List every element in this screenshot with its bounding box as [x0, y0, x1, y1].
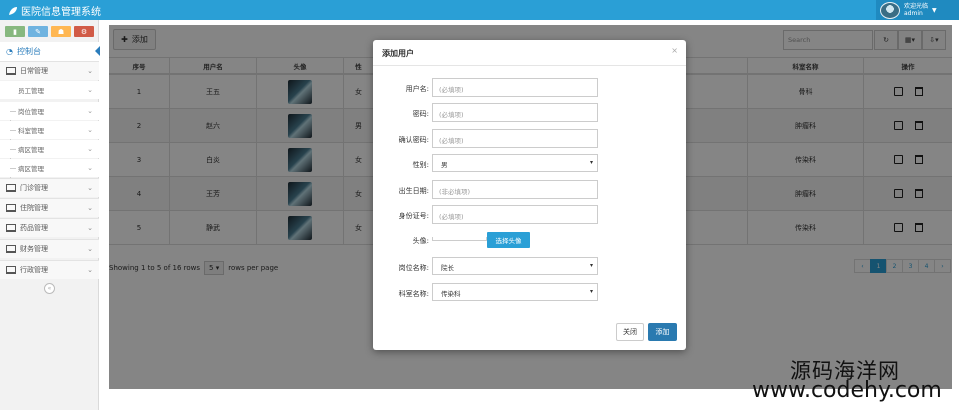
form-row-avatar: 头像: 选择头像: [373, 232, 686, 252]
form-row-username: 用户名: (必填项): [373, 78, 686, 98]
sidebar-subitem-position[interactable]: 岗位管理 ⌄: [0, 102, 99, 120]
chevron-down-icon: ⌄: [87, 67, 93, 75]
sidebar: ▮ ✎ ☗ ⚙ ◔ 控制台 日常管理 ⌄ 员工管理 ⌄ 岗位管理 ⌄ 科室管理 …: [0, 20, 100, 410]
desktop-icon: [6, 266, 16, 274]
chevron-down-icon: ⌄: [87, 145, 93, 153]
chevron-down-icon: ⌄: [87, 245, 93, 253]
chevron-down-icon: ⌄: [87, 184, 93, 192]
form-row-password: 密码: (必填项): [373, 103, 686, 123]
sidebar-item-label: 药品管理: [20, 224, 48, 232]
caret-down-icon: ▾: [589, 288, 593, 295]
sidebar-subitem-ward[interactable]: 病区管理 ⌄: [0, 140, 99, 158]
chevron-down-icon: ⌄: [87, 107, 93, 115]
sidebar-item-inpatient[interactable]: 住院管理 ⌄: [0, 198, 99, 217]
sidebar-item-outpatient[interactable]: 门诊管理 ⌄: [0, 178, 99, 197]
desktop-icon: [6, 67, 16, 75]
sidebar-collapse-button[interactable]: «: [44, 283, 55, 294]
password-label: 密码:: [412, 110, 429, 118]
caret-down-icon: ▼: [932, 6, 937, 14]
sidebar-subitem-label: 病区管理: [18, 165, 44, 173]
form-row-idcard: 身份证号: (必填项): [373, 205, 686, 225]
form-row-position: 岗位名称: 院长 ▾: [373, 257, 686, 277]
form-row-confirm: 确认密码: (必填项): [373, 129, 686, 149]
sidebar-subitem-label: 病区管理: [18, 146, 44, 154]
position-select[interactable]: 院长 ▾: [432, 257, 598, 275]
avatar-file-input[interactable]: [432, 237, 487, 241]
close-icon[interactable]: ×: [671, 46, 678, 55]
desktop-icon: [6, 184, 16, 192]
gender-label: 性别:: [412, 161, 429, 169]
username-label: 用户名:: [405, 85, 429, 93]
sidebar-item-label: 住院管理: [20, 204, 48, 212]
brand[interactable]: 医院信息管理系统: [8, 3, 101, 18]
sidebar-item-label: 财务管理: [20, 245, 48, 253]
caret-down-icon: ▾: [589, 262, 593, 269]
sidebar-subitem-ward-2[interactable]: 病区管理 ⌄: [0, 159, 99, 177]
desktop-icon: [6, 224, 16, 232]
chevron-down-icon: ⌄: [87, 204, 93, 212]
sidebar-subitem-label: 科室管理: [18, 127, 44, 135]
avatar-label: 头像:: [412, 237, 429, 245]
sidebar-item-admin[interactable]: 行政管理 ⌄: [0, 260, 99, 279]
close-button[interactable]: 关闭: [616, 323, 644, 341]
sidebar-shortcuts: ▮ ✎ ☗ ⚙: [5, 26, 94, 37]
confirm-password-input[interactable]: (必填项): [432, 129, 598, 148]
sidebar-item-pharmacy[interactable]: 药品管理 ⌄: [0, 218, 99, 237]
caret-down-icon: ▾: [589, 159, 593, 166]
user-menu[interactable]: 欢迎光临 admin ▼: [876, 0, 959, 20]
sidebar-subitem-label: 员工管理: [18, 87, 44, 95]
sidebar-subitem-staff[interactable]: 员工管理 ⌄: [0, 81, 99, 99]
sidebar-item-label: 控制台: [16, 47, 41, 56]
app-title: 医院信息管理系统: [21, 7, 101, 18]
sidebar-subitem-label: 岗位管理: [18, 108, 44, 116]
tachometer-icon: ◔: [6, 47, 13, 56]
form-row-birth: 出生日期: (非必填项): [373, 180, 686, 200]
sidebar-item-daily[interactable]: 日常管理 ⌄: [0, 61, 99, 80]
modal-title: 添加用户: [382, 49, 414, 58]
idcard-label: 身份证号:: [398, 212, 429, 220]
username-input[interactable]: (必填项): [432, 78, 598, 97]
dept-select[interactable]: 传染科 ▾: [432, 283, 598, 301]
add-user-modal: 添加用户 × 用户名: (必填项) 密码: (必填项) 确认密码: (必填项) …: [373, 40, 686, 350]
sidebar-item-dashboard[interactable]: ◔ 控制台: [0, 42, 100, 61]
top-navbar: 医院信息管理系统 欢迎光临 admin ▼: [0, 0, 959, 20]
pencil-icon[interactable]: ✎: [28, 26, 48, 37]
user-avatar: [880, 1, 900, 19]
users-icon[interactable]: ☗: [51, 26, 71, 37]
gender-select[interactable]: 男 ▾: [432, 154, 598, 172]
choose-avatar-button[interactable]: 选择头像: [487, 232, 530, 248]
sidebar-subitem-dept[interactable]: 科室管理 ⌄: [0, 121, 99, 139]
form-row-dept: 科室名称: 传染科 ▾: [373, 283, 686, 303]
watermark-url: www.codehy.com: [752, 378, 942, 403]
position-label: 岗位名称:: [398, 264, 429, 272]
sidebar-item-label: 日常管理: [20, 67, 48, 75]
birth-date-input[interactable]: (非必填项): [432, 180, 598, 199]
sidebar-item-finance[interactable]: 财务管理 ⌄: [0, 239, 99, 258]
user-role: admin: [904, 10, 923, 17]
idcard-input[interactable]: (必填项): [432, 205, 598, 224]
leaf-icon: [9, 6, 17, 15]
submit-add-button[interactable]: 添加: [648, 323, 677, 341]
chevron-down-icon: ⌄: [87, 164, 93, 172]
dept-label: 科室名称:: [398, 290, 429, 298]
sidebar-item-label: 行政管理: [20, 266, 48, 274]
desktop-icon: [6, 245, 16, 253]
sidebar-item-label: 门诊管理: [20, 184, 48, 192]
birth-label: 出生日期:: [398, 187, 429, 195]
user-info: 欢迎光临 admin: [904, 3, 928, 17]
form-row-gender: 性别: 男 ▾: [373, 154, 686, 174]
confirm-password-label: 确认密码:: [398, 136, 429, 144]
chevron-down-icon: ⌄: [87, 126, 93, 134]
chevron-down-icon: ⌄: [87, 266, 93, 274]
password-input[interactable]: (必填项): [432, 103, 598, 122]
bar-chart-icon[interactable]: ▮: [5, 26, 25, 37]
desktop-icon: [6, 204, 16, 212]
chevron-down-icon: ⌄: [87, 224, 93, 232]
cogs-icon[interactable]: ⚙: [74, 26, 94, 37]
chevron-down-icon: ⌄: [87, 86, 93, 94]
user-greeting: 欢迎光临: [904, 3, 929, 10]
